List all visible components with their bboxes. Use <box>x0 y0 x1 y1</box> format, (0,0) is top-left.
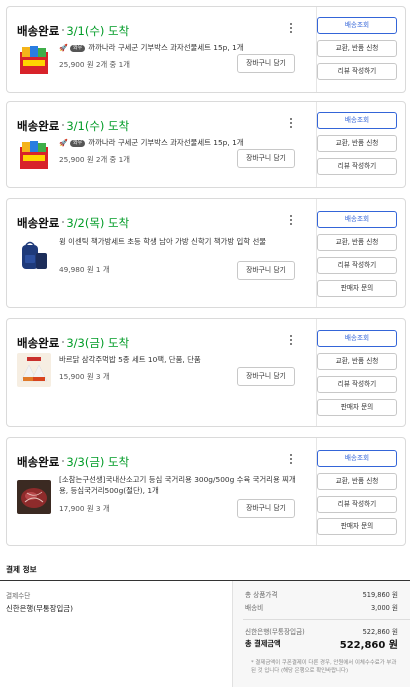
exchange-return-button[interactable]: 교환, 반품 신청 <box>317 135 397 152</box>
product-name[interactable]: 바르닭 삼각주먹밥 5종 세트 10팩, 단품, 단품 <box>59 354 299 365</box>
order-status: 배송완료 3/3(금) 도착 <box>17 455 130 469</box>
add-to-cart-button[interactable]: 장바구니 담기 <box>237 54 295 73</box>
order-status: 배송완료 3/2(목) 도착 <box>17 216 130 230</box>
add-to-cart-button[interactable]: 장바구니 담기 <box>237 499 295 518</box>
track-delivery-button[interactable]: 배송조회 <box>317 17 397 34</box>
order-actions: 배송조회 교환, 반품 신청 리뷰 작성하기 판매자 문의 <box>316 199 407 307</box>
order-actions: 배송조회 교환, 반품 신청 리뷰 작성하기 <box>316 102 407 187</box>
payment-method-value: 신한은행(무통장입금) <box>6 604 73 613</box>
product-name[interactable]: [소참는구선생]국내산소고기 등심 국거리용 300g/500g 수육 국거리용… <box>59 474 301 496</box>
payment-method-column: 결제수단 신한은행(무통장입금) <box>0 581 232 687</box>
order-card: 배송완료 3/3(금) 도착 바르닭 삼각주먹밥 5종 세트 10팩, 단품, 단… <box>6 318 406 427</box>
product-thumbnail-backpack[interactable] <box>17 239 51 273</box>
more-options-icon[interactable] <box>286 213 296 229</box>
product-name[interactable]: 🚀 와우 까까나라 구세군 기부박스 과자선물세트 15p, 1개 <box>59 137 299 149</box>
track-delivery-button[interactable]: 배송조회 <box>317 112 397 129</box>
write-review-button[interactable]: 리뷰 작성하기 <box>317 158 397 175</box>
product-price: 25,900 원 2개 중 1개 <box>59 60 130 69</box>
divider <box>243 619 410 620</box>
payment-method-label: 결제수단 <box>6 592 31 600</box>
add-to-cart-button[interactable]: 장바구니 담기 <box>237 149 295 168</box>
product-price: 49,980 원 1 개 <box>59 265 110 274</box>
product-thumbnail-rice-ball[interactable] <box>17 353 51 387</box>
write-review-button[interactable]: 리뷰 작성하기 <box>317 257 397 274</box>
total-amount-label: 총 결제금액 <box>245 639 281 648</box>
order-card: 배송완료 3/1(수) 도착 🚀 와우 까까나라 구세군 기부박스 과자선물세트 1… <box>6 101 406 188</box>
product-total-label: 총 상품가격 <box>245 591 278 599</box>
product-thumbnail-snack-box[interactable] <box>17 138 51 172</box>
order-actions: 배송조회 교환, 반품 신청 리뷰 작성하기 판매자 문의 <box>316 438 407 545</box>
write-review-button[interactable]: 리뷰 작성하기 <box>317 63 397 80</box>
payment-amount-column: 총 상품가격 519,860 원 배송비 3,000 원 신한은행(무통장입금)… <box>232 581 410 687</box>
product-thumbnail-snack-box[interactable] <box>17 43 51 77</box>
product-thumbnail-beef[interactable] <box>17 480 51 514</box>
order-status: 배송완료 3/1(수) 도착 <box>17 24 130 38</box>
exchange-return-button[interactable]: 교환, 반품 신청 <box>317 234 397 251</box>
order-actions: 배송조회 교환, 반품 신청 리뷰 작성하기 <box>316 7 407 92</box>
order-card: 배송완료 3/1(수) 도착 🚀 와우 까까나라 구세군 기부박스 과자선물세트 1… <box>6 6 406 93</box>
contact-seller-button[interactable]: 판매자 문의 <box>317 518 397 535</box>
payment-section-title: 결제 정보 <box>6 565 37 574</box>
product-price: 15,900 원 3 개 <box>59 372 110 381</box>
track-delivery-button[interactable]: 배송조회 <box>317 330 397 347</box>
add-to-cart-button[interactable]: 장바구니 담기 <box>237 367 295 386</box>
order-status: 배송완료 3/1(수) 도착 <box>17 119 130 133</box>
bank-transfer-value: 522,860 원 <box>362 628 398 636</box>
order-status: 배송완료 3/3(금) 도착 <box>17 336 130 350</box>
write-review-button[interactable]: 리뷰 작성하기 <box>317 376 397 393</box>
exchange-return-button[interactable]: 교환, 반품 신청 <box>317 473 397 490</box>
product-name[interactable]: 윙 이센틱 책가방세트 초등 학생 남아 가방 신학기 책가방 입학 선물 <box>59 236 304 247</box>
payment-note: * 결제금액이 쿠폰결제이 다른 경우, 안원에서 이체수수료가 부과된 것 입… <box>251 660 397 674</box>
more-options-icon[interactable] <box>286 21 296 37</box>
shipping-fee-value: 3,000 원 <box>370 604 398 612</box>
exchange-return-button[interactable]: 교환, 반품 신청 <box>317 353 397 370</box>
order-actions: 배송조회 교환, 반품 신청 리뷰 작성하기 판매자 문의 <box>316 319 407 426</box>
order-card: 배송완료 3/2(목) 도착 윙 이센틱 책가방세트 초등 학생 남아 가방 신학… <box>6 198 406 308</box>
track-delivery-button[interactable]: 배송조회 <box>317 211 397 228</box>
write-review-button[interactable]: 리뷰 작성하기 <box>317 496 397 513</box>
contact-seller-button[interactable]: 판매자 문의 <box>317 280 397 297</box>
exchange-return-button[interactable]: 교환, 반품 신청 <box>317 40 397 57</box>
more-options-icon[interactable] <box>286 452 296 468</box>
payment-info: 결제수단 신한은행(무통장입금) 총 상품가격 519,860 원 배송비 3,… <box>0 580 410 687</box>
product-total-value: 519,860 원 <box>362 591 398 599</box>
contact-seller-button[interactable]: 판매자 문의 <box>317 399 397 416</box>
product-name[interactable]: 🚀 와우 까까나라 구세군 기부박스 과자선물세트 15p, 1개 <box>59 42 299 54</box>
shipping-fee-label: 배송비 <box>245 604 264 612</box>
bank-transfer-label: 신한은행(무통장입금) <box>245 628 305 636</box>
track-delivery-button[interactable]: 배송조회 <box>317 450 397 467</box>
product-price: 17,900 원 3 개 <box>59 504 110 513</box>
order-card: 배송완료 3/3(금) 도착 [소참는구선생]국내산소고기 등심 국거리용 300… <box>6 437 406 546</box>
more-options-icon[interactable] <box>286 333 296 349</box>
add-to-cart-button[interactable]: 장바구니 담기 <box>237 261 295 280</box>
more-options-icon[interactable] <box>286 116 296 132</box>
product-price: 25,900 원 2개 중 1개 <box>59 155 130 164</box>
total-amount-value: 522,860 원 <box>339 640 398 651</box>
